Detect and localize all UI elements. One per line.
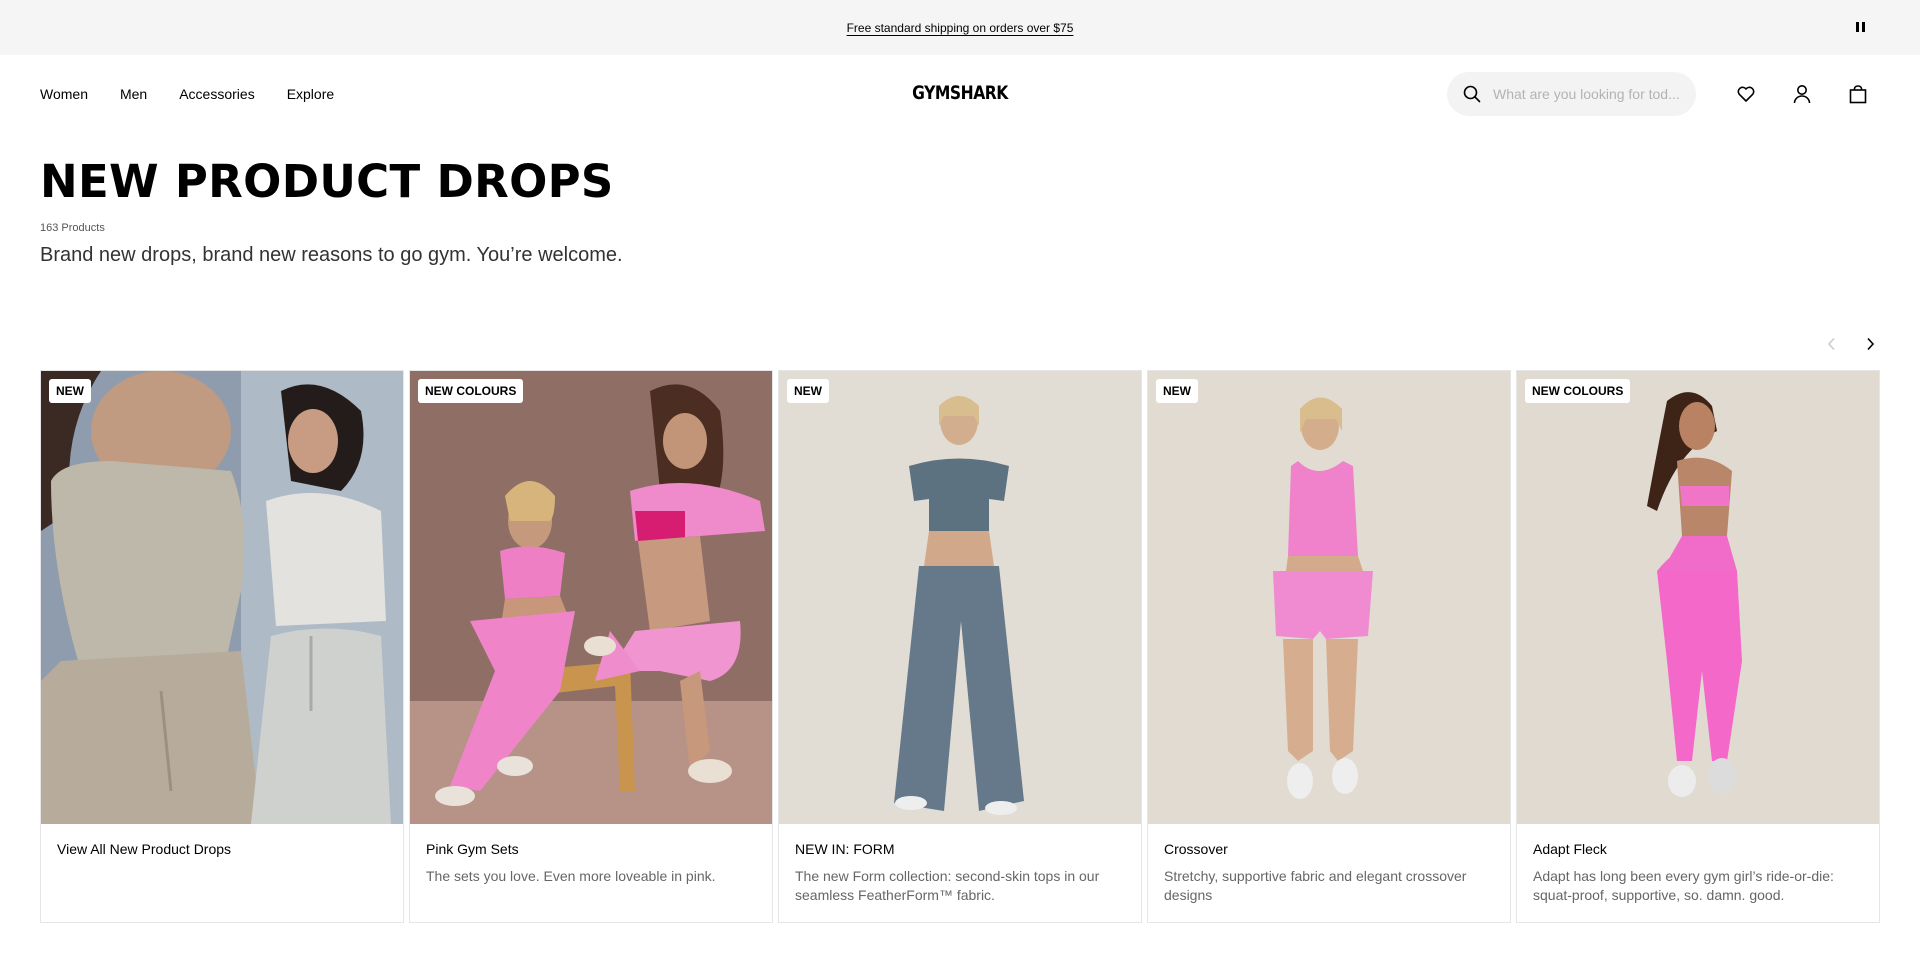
card-body: Pink Gym Sets The sets you love. Even mo… [410,824,772,903]
card-description: Stretchy, supportive fabric and elegant … [1164,868,1467,903]
collection-card[interactable]: NEW NEW IN: FORM The new Form collection… [778,370,1142,923]
card-badge: NEW COLOURS [1525,379,1631,403]
search-box[interactable] [1447,72,1696,116]
search-input[interactable] [1493,86,1680,102]
card-body: Adapt Fleck Adapt has long been every gy… [1517,824,1879,922]
card-badge: NEW [787,379,829,403]
card-title: Pink Gym Sets [426,841,519,857]
collection-card[interactable]: NEW COLOURS Adapt Fleck Adapt has long b… [1516,370,1880,923]
nav-men[interactable]: Men [120,86,147,102]
card-image: NEW [1148,371,1510,824]
card-badge: NEW [1156,379,1198,403]
bag-icon[interactable] [1847,83,1869,105]
collection-carousel: NEW View All New Product Drops NEW COLOU… [40,370,1880,923]
card-image: NEW COLOURS [410,371,772,824]
carousel-controls [1822,334,1880,354]
search-icon [1463,85,1481,103]
hero: NEW PRODUCT DROPS 163 Products Brand new… [0,159,1920,267]
card-body: Crossover Stretchy, supportive fabric an… [1148,824,1510,922]
logo-text: GYMSHARK [912,82,1008,104]
card-image: NEW [41,371,403,824]
card-description: The new Form collection: second-skin top… [795,868,1100,903]
chevron-left-icon[interactable] [1822,334,1842,354]
collection-card[interactable]: NEW Crossover Stretchy, supportive fabri… [1147,370,1511,923]
nav-explore[interactable]: Explore [287,86,334,102]
card-badge: NEW [49,379,91,403]
announcement-bar: Free standard shipping on orders over $7… [0,0,1920,55]
card-photo [779,371,1141,824]
tagline: Brand new drops, brand new reasons to go… [40,244,623,266]
main-nav: Women Men Accessories Explore [40,86,334,102]
card-body: View All New Product Drops [41,824,403,874]
nav-accessories[interactable]: Accessories [179,86,254,102]
card-photo [41,371,403,824]
page-title: NEW PRODUCT DROPS [40,155,614,208]
brand-logo[interactable]: GYMSHARK [902,82,1019,104]
card-title: Crossover [1164,841,1228,857]
site-header: Women Men Accessories Explore GYMSHARK [0,55,1920,133]
card-title: View All New Product Drops [57,841,232,857]
nav-women[interactable]: Women [40,86,88,102]
pause-icon[interactable] [1853,20,1867,34]
card-image: NEW COLOURS [1517,371,1879,824]
card-image: NEW [779,371,1141,824]
card-description: The sets you love. Even more loveable in… [426,868,716,884]
announcement-link[interactable]: Free standard shipping on orders over $7… [847,21,1074,35]
card-photo [410,371,772,824]
collection-card[interactable]: NEW COLOURS Pink Gym Sets The sets you l… [409,370,773,923]
card-photo [1148,371,1510,824]
card-photo [1517,371,1879,824]
card-title: NEW IN: FORM [795,841,895,857]
heart-icon[interactable] [1735,83,1757,105]
account-icon[interactable] [1791,83,1813,105]
card-title: Adapt Fleck [1533,841,1607,857]
product-count: 163 Products [40,222,105,234]
card-description: Adapt has long been every gym girl’s rid… [1533,868,1834,903]
collection-card[interactable]: NEW View All New Product Drops [40,370,404,923]
chevron-right-icon[interactable] [1860,334,1880,354]
card-body: NEW IN: FORM The new Form collection: se… [779,824,1141,922]
card-badge: NEW COLOURS [418,379,524,403]
